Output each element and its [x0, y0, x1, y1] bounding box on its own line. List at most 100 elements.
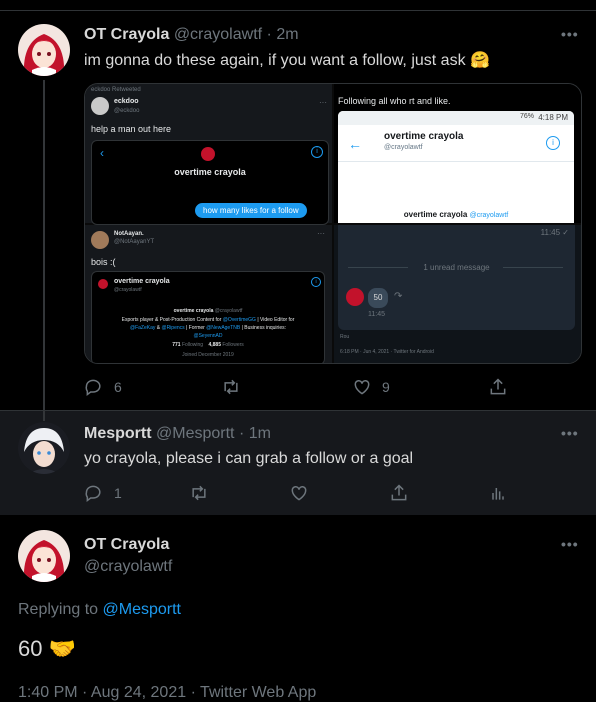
quoted-handle: @NotAayanYT [114, 239, 155, 245]
quoted-name: eckdoo [114, 98, 139, 105]
profile-handle: @crayolawtf [384, 144, 423, 151]
chat-screenshot: 11:45 ✓ 1 unread message 50 ↷ 11:45 [338, 225, 575, 330]
thread-line [43, 411, 45, 421]
media-image-4[interactable]: 11:45 ✓ 1 unread message 50 ↷ 11:45 Rou … [334, 225, 581, 363]
following-label: Following [181, 342, 204, 348]
bio-link: @SeyennAD [193, 333, 223, 339]
footer-handle: @crayolawtf [469, 212, 509, 219]
followers-count: 4,885 [208, 342, 221, 348]
mention-link[interactable]: @Mesportt [103, 601, 181, 618]
avatar[interactable] [18, 530, 70, 582]
profile-card: overtime crayola @crayolawtf i overtime … [91, 271, 325, 363]
quoted-handle: @eckdoo [114, 108, 140, 114]
reply-button[interactable]: 1 [84, 483, 122, 503]
bio-link: @FaZeKay [130, 325, 156, 331]
author-handle[interactable]: @crayolawtf [174, 26, 262, 43]
bio-link: @NewAgeTNB [206, 325, 241, 331]
quoted-text: Following all who rt and like. [338, 96, 451, 106]
more-options-icon[interactable]: ••• [561, 26, 579, 42]
media-image-2[interactable]: Following all who rt and like. 76% 4:18 … [334, 84, 581, 223]
heart-icon [291, 485, 307, 501]
tweet-header: Mesportt @Mesportt · 1m [84, 425, 271, 442]
message-time: 11:45 [368, 311, 385, 318]
thread-line [43, 80, 45, 415]
heart-icon [354, 379, 370, 395]
more-options-icon[interactable]: ••• [561, 536, 579, 552]
avatar[interactable] [18, 24, 70, 76]
top-divider [0, 10, 596, 11]
tweet-header: OT Crayola @crayolawtf · 2m [84, 26, 299, 43]
avatar [201, 147, 215, 161]
status-bar: 76% 4:18 PM [338, 111, 574, 125]
more-options-icon: ··· [319, 98, 327, 107]
author-handle[interactable]: @Mesportt [156, 425, 234, 442]
card-name: overtime crayola [114, 278, 170, 285]
reply-count: 6 [114, 379, 122, 395]
like-count: 9 [382, 379, 390, 395]
retweet-button[interactable] [189, 483, 209, 503]
quoted-text: help a man out here [91, 124, 172, 134]
joined-date: Joined December 2019 [182, 352, 234, 358]
dm-card-name: overtime crayola [174, 167, 246, 177]
info-icon: i [546, 136, 560, 150]
avatar [91, 231, 109, 249]
profile-name: overtime crayola [384, 131, 464, 142]
avatar [91, 97, 109, 115]
message-badge: 50 [368, 288, 388, 308]
bio-link: @OvertimeGG [222, 317, 256, 323]
bio-link: @Ripencs [161, 325, 185, 331]
dm-card: ‹ i overtime crayola how many likes for … [91, 140, 329, 225]
tweet-meta[interactable]: 1:40 PM · Aug 24, 2021 · Twitter Web App [18, 684, 316, 702]
like-button[interactable] [289, 483, 309, 503]
retweet-icon [224, 379, 238, 395]
replying-to: Replying to @Mesportt [18, 601, 181, 619]
info-icon: i [311, 146, 323, 158]
author-name[interactable]: OT Crayola [84, 26, 169, 43]
share-icon [490, 378, 506, 395]
reply-count: 1 [114, 485, 122, 501]
share-button[interactable] [389, 483, 409, 503]
reply-icon: ↷ [394, 291, 403, 302]
battery-level: 76% [519, 113, 534, 120]
status-time: 4:18 PM [538, 113, 568, 122]
info-icon: i [311, 277, 321, 287]
card-handle: @crayolawtf [114, 287, 142, 293]
share-icon [391, 484, 407, 501]
bio-line: Esports player & Post-Production Content… [121, 317, 222, 323]
timestamp[interactable]: 1m [249, 425, 271, 442]
quoted-name: NotAayan. [114, 231, 144, 237]
analytics-button[interactable] [488, 483, 508, 503]
followers-label: Followers [222, 342, 244, 348]
message-bubble: how many likes for a follow [195, 203, 307, 218]
footer-name: overtime crayola [403, 210, 468, 219]
bio-handle: @crayolawtf [214, 308, 243, 314]
back-arrow-icon: ‹ [100, 146, 104, 160]
share-button[interactable] [488, 377, 508, 397]
tweet-text: yo crayola, please i can grab a follow o… [84, 450, 414, 467]
bio-line: | Video Editor for [257, 317, 295, 323]
media-image-1[interactable]: eckdoo Retweeted eckdoo @eckdoo help a m… [85, 84, 332, 225]
retweet-button[interactable] [221, 377, 241, 397]
tweet-media[interactable]: eckdoo Retweeted eckdoo @eckdoo help a m… [84, 83, 582, 364]
analytics-icon [492, 488, 504, 500]
author-handle[interactable]: @crayolawtf [84, 558, 172, 576]
back-arrow-icon: ← [348, 136, 362, 152]
reply-button[interactable]: 6 [84, 377, 122, 397]
retweet-label: eckdoo Retweeted [91, 87, 141, 93]
more-options-icon[interactable]: ••• [561, 425, 579, 441]
author-name[interactable]: OT Crayola [84, 536, 169, 554]
avatar[interactable] [18, 422, 70, 474]
author-name[interactable]: Mesportt [84, 425, 152, 442]
like-button[interactable]: 9 [352, 377, 390, 397]
retweet-icon [192, 485, 206, 501]
phone-screenshot: 76% 4:18 PM ← overtime crayola @crayolaw… [338, 111, 574, 223]
tweet-text: 60 🤝 [18, 636, 76, 661]
bio-name: overtime crayola [173, 308, 214, 314]
reply-icon [85, 485, 101, 502]
bio-line: | Business inquiries: [241, 325, 286, 331]
more-options-icon: ··· [317, 229, 325, 238]
footer-name: Rou [340, 334, 350, 340]
media-image-3[interactable]: NotAayan. @NotAayanYT ··· bois :( overti… [85, 225, 332, 363]
timestamp[interactable]: 2m [276, 26, 298, 43]
tweet-text: im gonna do these again, if you want a f… [84, 52, 490, 69]
